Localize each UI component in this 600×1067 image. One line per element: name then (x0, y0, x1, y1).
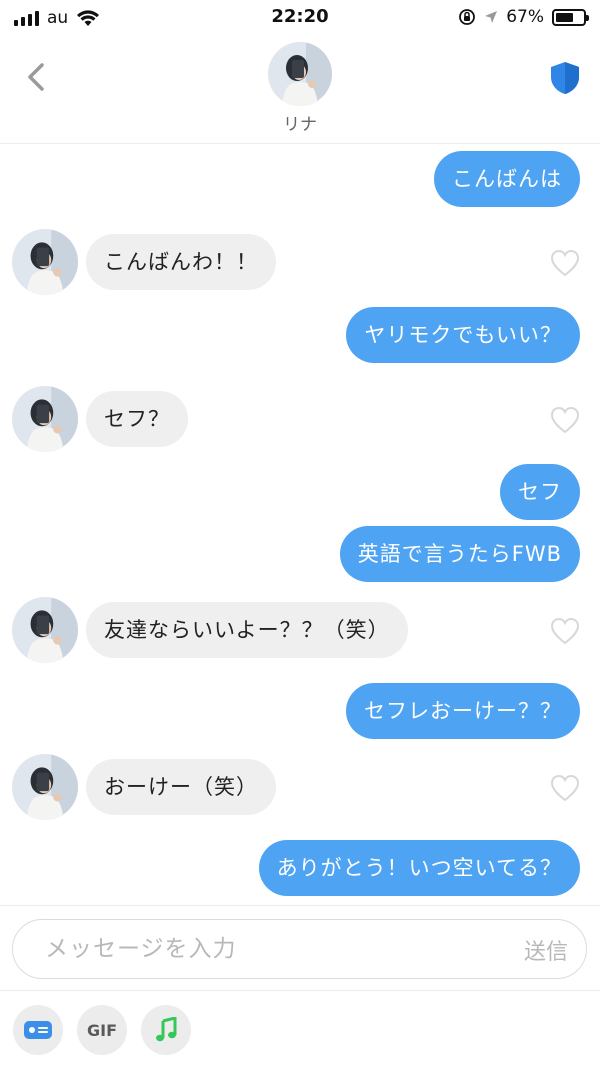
incoming-message-bubble[interactable]: セフ？ (86, 391, 188, 447)
sender-avatar[interactable] (12, 386, 78, 452)
like-heart-icon[interactable] (550, 406, 580, 434)
like-heart-icon[interactable] (550, 249, 580, 277)
composer: 送信 (0, 905, 600, 990)
sender-avatar[interactable] (12, 597, 78, 663)
shield-icon[interactable] (548, 60, 582, 96)
message-row: セフ？ (0, 386, 600, 452)
like-heart-icon[interactable] (550, 617, 580, 645)
incoming-message-bubble[interactable]: おーけー（笑） (86, 759, 276, 815)
avatar-photo (12, 597, 78, 663)
message-row: 友達ならいいよー？？（笑） (0, 597, 600, 663)
gif-label: GIF (86, 1020, 117, 1040)
outgoing-message-bubble[interactable]: 英語で言うたらFWB (339, 526, 580, 582)
music-button[interactable] (141, 1005, 191, 1055)
back-chevron-icon[interactable] (22, 62, 52, 92)
avatar-photo (268, 42, 332, 106)
contact-card-icon (24, 1021, 52, 1039)
outgoing-message-bubble[interactable]: ありがとう！いつ空いてる？ (258, 840, 580, 896)
contact-name: リナ (283, 115, 317, 135)
outgoing-message-bubble[interactable]: こんばんは (434, 151, 580, 207)
gif-button[interactable]: GIF (77, 1005, 127, 1055)
message-row: ありがとう！いつ空いてる？ (0, 840, 600, 906)
message-row: こんばんは (0, 151, 600, 217)
avatar-photo (12, 386, 78, 452)
rotation-lock-icon (459, 9, 476, 25)
sender-avatar[interactable] (12, 754, 78, 820)
message-row: セフ (0, 464, 600, 530)
status-bar: au 22:20 67% (0, 0, 600, 34)
incoming-message-bubble[interactable]: こんばんわ！！ (86, 234, 276, 290)
outgoing-message-bubble[interactable]: ヤリモクでもいい？ (346, 307, 580, 363)
avatar-photo (12, 229, 78, 295)
contact-avatar[interactable] (268, 42, 332, 106)
location-icon (485, 11, 498, 23)
battery-percent: 67% (506, 7, 544, 27)
outgoing-message-bubble[interactable]: セフレおーけー？？ (346, 683, 580, 739)
message-list[interactable]: こんばんはこんばんわ！！ ヤリモクでもいい？ セフ？ セフ英語で言うたらFWB 友達なら… (0, 145, 600, 905)
incoming-message-bubble[interactable]: 友達ならいいよー？？（笑） (86, 602, 408, 658)
message-row: 英語で言うたらFWB (0, 526, 600, 592)
status-right: 67% (458, 7, 589, 27)
battery-fill (556, 12, 574, 22)
outgoing-message-bubble[interactable]: セフ (500, 464, 580, 520)
message-row: こんばんわ！！ (0, 229, 600, 295)
message-row: セフレおーけー？？ (0, 683, 600, 749)
battery-icon (552, 8, 589, 26)
message-input[interactable] (45, 920, 485, 978)
sender-avatar[interactable] (12, 229, 78, 295)
avatar-photo (12, 754, 78, 820)
message-input-box: 送信 (12, 919, 587, 979)
like-heart-icon[interactable] (550, 774, 580, 802)
chat-header: リナ (0, 34, 600, 144)
send-button[interactable]: 送信 (524, 934, 568, 966)
music-icon (156, 1017, 177, 1042)
contact-card-button[interactable] (13, 1005, 63, 1055)
composer-toolbar: GIF (0, 990, 600, 1067)
message-row: おーけー（笑） (0, 754, 600, 820)
message-row: ヤリモクでもいい？ (0, 307, 600, 373)
